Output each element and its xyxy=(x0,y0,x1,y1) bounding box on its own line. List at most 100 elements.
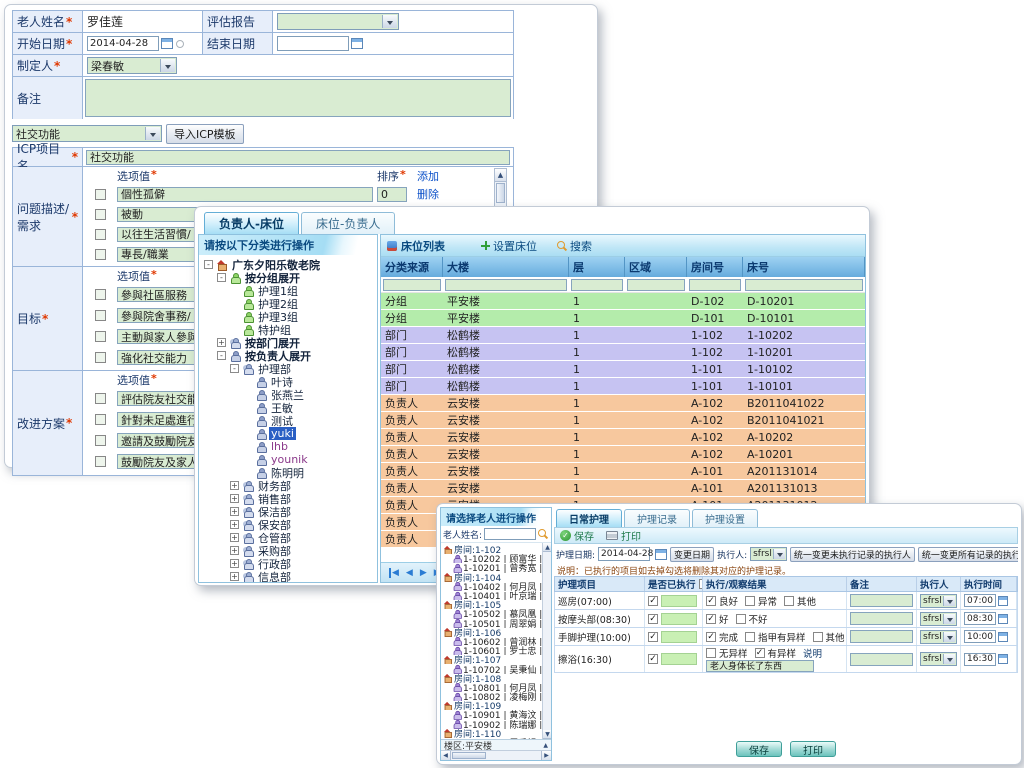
bed-table-row[interactable]: 部门松鹤楼11-1021-10201 xyxy=(381,344,865,361)
first-page-icon[interactable]: ◀ xyxy=(389,568,399,578)
creator-select[interactable]: 梁春敏 xyxy=(87,57,177,74)
expand-icon[interactable]: + xyxy=(217,338,226,347)
note-input[interactable] xyxy=(850,612,913,625)
executor-select[interactable]: sfrsl xyxy=(920,630,957,644)
set-bed-button[interactable]: 设置床位 xyxy=(481,238,537,254)
result-checkbox[interactable] xyxy=(706,614,716,624)
calendar-icon[interactable] xyxy=(998,614,1008,624)
report-select[interactable] xyxy=(277,13,399,30)
time-input[interactable]: 08:30 xyxy=(964,612,996,625)
option-checkbox[interactable] xyxy=(95,456,106,467)
room-list-item[interactable]: 房间:1-105 xyxy=(442,600,551,609)
calendar-icon[interactable] xyxy=(998,596,1008,606)
list-horizontal-scrollbar[interactable]: ◀ ▶ xyxy=(441,750,551,760)
add-option-link[interactable]: 添加 xyxy=(417,168,439,184)
delete-option-link[interactable]: 删除 xyxy=(417,186,439,202)
room-list-item[interactable]: 房间:1-107 xyxy=(442,655,551,664)
calendar-icon[interactable] xyxy=(351,38,363,49)
scroll-up-icon[interactable]: ▲ xyxy=(495,169,506,182)
option-checkbox[interactable] xyxy=(95,249,106,260)
done-checkbox[interactable] xyxy=(648,614,658,624)
change-all-executor-button[interactable]: 统一变更所有记录的执行人 xyxy=(918,547,1018,562)
change-date-button[interactable]: 变更日期 xyxy=(670,547,714,562)
result-checkbox[interactable] xyxy=(706,648,716,658)
bed-table-row[interactable]: 负责人云安楼1A-102B2011041021 xyxy=(381,412,865,429)
option-checkbox[interactable] xyxy=(95,189,106,200)
list-vertical-scrollbar[interactable]: ▲ ▼ xyxy=(542,543,551,739)
calendar-icon[interactable] xyxy=(998,654,1008,664)
result-checkbox[interactable] xyxy=(745,596,755,606)
option-checkbox[interactable] xyxy=(95,331,106,342)
bed-column-header[interactable]: 大楼 xyxy=(443,257,569,277)
result-checkbox[interactable] xyxy=(706,596,716,606)
tab-负责人-床位[interactable]: 负责人-床位 xyxy=(204,212,299,234)
scroll-right-icon[interactable]: ▶ xyxy=(541,751,551,760)
search-icon[interactable] xyxy=(538,529,548,539)
expand-icon[interactable]: + xyxy=(230,507,239,516)
collapse-icon[interactable]: - xyxy=(204,260,213,269)
calendar-icon[interactable] xyxy=(998,632,1008,642)
result-checkbox[interactable] xyxy=(813,632,823,642)
room-list-item[interactable]: 房间:1-109 xyxy=(442,701,551,710)
change-unexecuted-executor-button[interactable]: 统一变更未执行记录的执行人 xyxy=(790,547,915,562)
tree-node[interactable]: lhb xyxy=(201,440,377,453)
end-date-input[interactable] xyxy=(277,36,349,51)
patient-list-item[interactable]: 1-10402 | 何月凤 | 0122 xyxy=(442,582,551,591)
scrollbar-thumb[interactable] xyxy=(496,183,505,203)
expand-icon[interactable]: + xyxy=(230,572,239,581)
remark-textarea[interactable] xyxy=(85,79,511,117)
time-input[interactable]: 10:00 xyxy=(964,630,996,643)
patient-list-item[interactable]: 1-10902 | 陈瑞娜 | 0112 xyxy=(442,720,551,729)
note-input[interactable] xyxy=(850,594,913,607)
patient-list-item[interactable]: 1-10602 | 曾润林 | 0141 xyxy=(442,637,551,646)
bed-column-header[interactable]: 房间号 xyxy=(687,257,743,277)
time-input[interactable]: 16:30 xyxy=(964,653,996,666)
expand-icon[interactable]: + xyxy=(230,559,239,568)
patient-list-item[interactable]: 1-10401 | 叶京瑞 | 0125 xyxy=(442,591,551,600)
tab-床位-负责人[interactable]: 床位-负责人 xyxy=(301,212,395,234)
time-input[interactable]: 07:00 xyxy=(964,594,996,607)
executor-select[interactable]: sfrsl xyxy=(920,652,957,666)
tab-护理设置[interactable]: 护理设置 xyxy=(692,509,758,527)
bed-column-header[interactable]: 床号 xyxy=(743,257,865,277)
room-list-item[interactable]: 房间:1-110 xyxy=(442,729,551,738)
bed-table-row[interactable]: 负责人云安楼1A-101A201131014 xyxy=(381,463,865,480)
result-detail-input[interactable]: 老人身体长了东西 xyxy=(706,660,814,672)
patient-list-item[interactable]: 1-11002 | 周秀娟 | 146 xyxy=(442,738,551,739)
bed-table-row[interactable]: 分组平安楼1D-102D-10201 xyxy=(381,293,865,310)
search-button[interactable]: 搜索 xyxy=(557,238,592,254)
import-icp-template-button[interactable]: 导入ICP模板 xyxy=(166,124,244,144)
bed-table-row[interactable]: 部门松鹤楼11-1011-10102 xyxy=(381,361,865,378)
collapse-icon[interactable]: - xyxy=(217,351,226,360)
expand-icon[interactable]: + xyxy=(230,533,239,542)
print-button[interactable]: 打印 xyxy=(790,741,836,757)
bed-table-row[interactable]: 负责人云安楼1A-101A201131013 xyxy=(381,480,865,497)
expand-icon[interactable]: + xyxy=(230,494,239,503)
patient-list-item[interactable]: 1-10502 | 慕凤凰 | 0106 xyxy=(442,609,551,618)
patient-list-item[interactable]: 1-10801 | 何月凤 | 0116 xyxy=(442,683,551,692)
print-button[interactable]: 打印 xyxy=(606,528,641,543)
done-checkbox[interactable] xyxy=(648,654,658,664)
option-checkbox[interactable] xyxy=(95,209,106,220)
result-checkbox[interactable] xyxy=(706,632,716,642)
bed-filter-input[interactable] xyxy=(627,279,685,291)
scroll-down-icon[interactable]: ▼ xyxy=(543,730,551,739)
save-button[interactable]: 保存 xyxy=(736,741,782,757)
bed-column-header[interactable]: 分类来源 xyxy=(381,257,443,277)
option-value-input[interactable]: 個性孤僻 xyxy=(117,187,373,202)
room-list-item[interactable]: 房间:1-108 xyxy=(442,674,551,683)
calendar-icon[interactable] xyxy=(161,38,173,49)
patient-list-item[interactable]: 1-10201 | 曾秀宽 | 0124 xyxy=(442,563,551,572)
elder-search-input[interactable] xyxy=(484,528,536,540)
result-checkbox[interactable] xyxy=(784,596,794,606)
clear-date-icon[interactable] xyxy=(176,40,184,48)
option-checkbox[interactable] xyxy=(95,435,106,446)
option-checkbox[interactable] xyxy=(95,393,106,404)
note-input[interactable] xyxy=(850,630,913,643)
scroll-up-icon[interactable]: ▲ xyxy=(543,543,551,552)
bed-table-row[interactable]: 负责人云安楼1A-102B2011041022 xyxy=(381,395,865,412)
option-checkbox[interactable] xyxy=(95,352,106,363)
option-order-input[interactable]: 0 xyxy=(377,187,407,202)
bed-filter-input[interactable] xyxy=(689,279,741,291)
collapse-icon[interactable]: ▲ xyxy=(543,742,548,749)
